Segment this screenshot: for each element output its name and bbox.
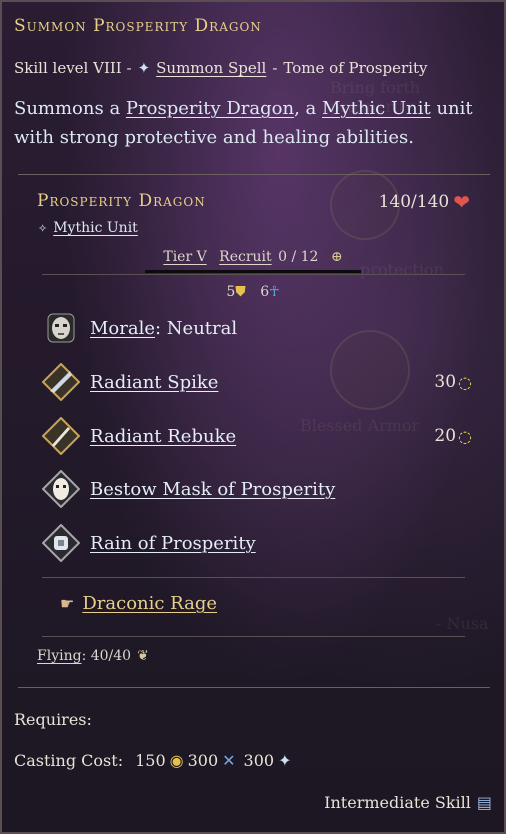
recruit-link[interactable]: Recruit [219,249,271,265]
heart-icon: ❤ [453,190,470,214]
movement: Flying: 40/40 ❦ [37,648,149,664]
spell-subtitle: Skill level VIII - ✦ Summon Spell - Tome… [14,59,427,77]
casting-cost-label: Casting Cost: [14,751,124,770]
action-cost-icon: ◌ [458,372,472,392]
divider [42,636,465,637]
passive-label: Draconic Rage [82,593,218,614]
movement-value: : 40/40 [81,648,132,664]
sparkle-icon: ✧ [38,221,48,235]
bestow-mask-icon [42,470,80,508]
spell-type-link[interactable]: Summon Spell [156,59,266,77]
tier-link[interactable]: Tier V [163,249,206,265]
ability-morale[interactable]: Morale: Neutral [42,308,472,348]
hp-value: 140/140 [378,192,450,212]
passive-draconic-rage[interactable]: ☛ Draconic Rage [60,593,217,614]
defense-value: 5 [226,284,236,300]
summon-spell-icon: ✦ [137,59,151,77]
ability-cost: 30 ◌ [434,372,472,392]
divider [18,687,490,688]
skill-level: Skill level VIII - [14,59,132,77]
divider [42,577,465,578]
ability-radiant-spike[interactable]: Radiant Spike 30 ◌ [42,362,472,402]
book-icon: ▤ [476,793,492,812]
wing-icon: ❦ [137,648,149,664]
mana-icon: ✕ [222,751,236,770]
unit-name: Prosperity Dragon [37,191,206,211]
separator: - [272,59,278,77]
skill-tier: Intermediate Skill ▤ [324,793,492,812]
gold-icon: ◉ [169,751,184,770]
unit-link[interactable]: Prosperity Dragon [126,98,294,119]
ability-label: Radiant Rebuke [90,425,237,447]
ability-label: Radiant Spike [90,371,219,393]
ability-label: Bestow Mask of Prosperity [90,478,336,500]
ability-bestow-mask[interactable]: Bestow Mask of Prosperity [42,469,472,509]
casting-cost: Casting Cost: 150 ◉ 300 ✕ 300 ✦ [14,751,292,770]
imperium-icon: ✦ [278,751,292,770]
ability-rain-of-prosperity[interactable]: Rain of Prosperity [42,523,472,563]
spell-description: Summons a Prosperity Dragon, a Mythic Un… [14,94,494,152]
unit-class: ✧ Mythic Unit [38,220,138,236]
recruit-icon: ⊕ [330,249,343,265]
gold-cost: 150 [135,751,166,770]
action-cost-icon: ◌ [458,426,472,446]
flying-link[interactable]: Flying [37,648,82,664]
skill-tier-label: Intermediate Skill [324,793,471,812]
divider [42,274,465,275]
tome-name: Tome of Prosperity [283,59,428,77]
spell-title: Summon Prosperity Dragon [14,16,262,36]
rain-icon [42,524,80,562]
unit-hp: 140/140 ❤ [379,192,470,212]
stats-row: 5⛊ 6☥ [0,284,506,300]
mask-icon [42,309,80,347]
desc-text: Summons a [14,98,126,119]
rage-icon: ☛ [60,594,75,613]
ability-radiant-rebuke[interactable]: Radiant Rebuke 20 ◌ [42,416,472,456]
desc-text: , a [294,98,322,119]
ability-label: Morale: Neutral [90,317,238,339]
tier-bar [145,270,361,273]
mythic-unit-link[interactable]: Mythic Unit [53,220,138,236]
unit-class-link[interactable]: Mythic Unit [322,98,431,119]
tier-row: Tier V Recruit 0 / 12 ⊕ [0,249,506,265]
recruit-value: 0 / 12 [278,249,319,265]
ability-label: Rain of Prosperity [90,532,256,554]
mana-cost: 300 [187,751,219,770]
ability-cost: 20 ◌ [434,426,472,446]
resistance-value: 6 [260,284,270,300]
requires-label: Requires: [14,710,92,729]
shield-icon: ⛊ [235,284,246,300]
imperium-cost: 300 [243,751,275,770]
resistance-icon: ☥ [269,284,280,300]
spike-icon [42,363,80,401]
rebuke-icon [42,417,80,455]
